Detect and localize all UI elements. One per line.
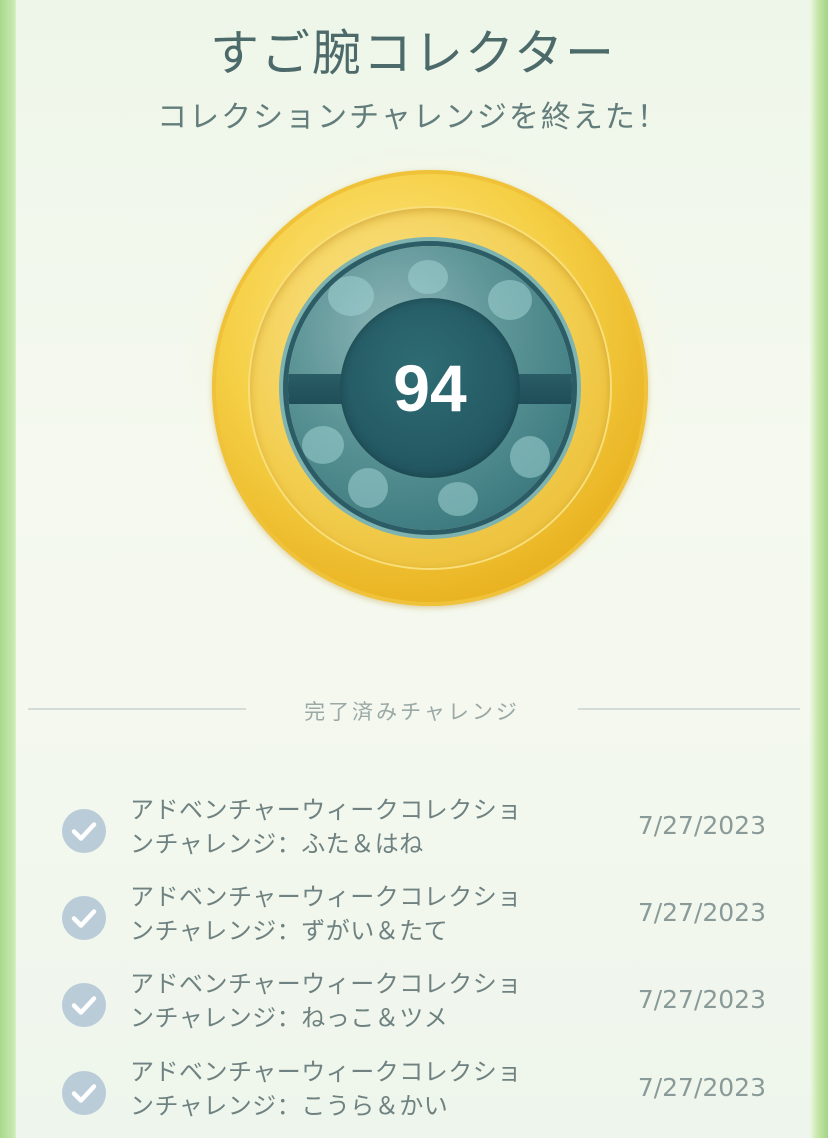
challenge-title-line1: アドベンチャーウィークコレクショ	[130, 796, 522, 824]
checkmark-icon	[62, 809, 106, 853]
challenge-date: 7/27/2023	[637, 811, 766, 840]
challenge-title: アドベンチャーウィークコレクショ ンチャレンジ：ねっこ＆ツメ	[130, 967, 600, 1035]
medal: 94	[176, 140, 686, 620]
challenge-title: アドベンチャーウィークコレクショ ンチャレンジ：こうら＆かい	[130, 1055, 600, 1123]
challenge-title-line2: ンチャレンジ：こうら＆かい	[130, 1092, 449, 1120]
page-title: すご腕コレクター	[209, 25, 617, 82]
challenge-row[interactable]: アドベンチャーウィークコレクショ ンチャレンジ：ねっこ＆ツメ 7/27/2023	[16, 967, 810, 1047]
challenge-date: 7/27/2023	[637, 1073, 766, 1102]
challenge-title-line2: ンチャレンジ：ふた＆はね	[130, 830, 424, 858]
challenge-row[interactable]: アドベンチャーウィークコレクショ ンチャレンジ：ずがい＆たて 7/27/2023	[16, 880, 810, 960]
checkmark-icon	[62, 983, 106, 1027]
challenge-date: 7/27/2023	[637, 985, 766, 1014]
challenge-title-line2: ンチャレンジ：ずがい＆たて	[130, 917, 449, 945]
page-subtitle: コレクションチャレンジを終えた！	[157, 100, 669, 135]
medal-detail-panel: すご腕コレクター コレクションチャレンジを終えた！ 94 完了済みチャレンジ ア…	[16, 0, 810, 1138]
challenge-date: 7/27/2023	[637, 898, 766, 927]
challenge-title: アドベンチャーウィークコレクショ ンチャレンジ：ずがい＆たて	[130, 880, 600, 948]
divider-left	[28, 708, 246, 710]
challenge-row[interactable]: アドベンチャーウィークコレクショ ンチャレンジ：こうら＆かい 7/27/2023	[16, 1055, 810, 1135]
completed-challenges-label: 完了済みチャレンジ	[304, 700, 520, 724]
challenge-title-line1: アドベンチャーウィークコレクショ	[130, 970, 522, 998]
challenge-title-line1: アドベンチャーウィークコレクショ	[130, 1058, 522, 1086]
challenge-row[interactable]: アドベンチャーウィークコレクショ ンチャレンジ：ふた＆はね 7/27/2023	[16, 793, 810, 873]
checkmark-icon	[62, 1071, 106, 1115]
challenge-title-line2: ンチャレンジ：ねっこ＆ツメ	[130, 1004, 449, 1032]
challenge-title-line1: アドベンチャーウィークコレクショ	[130, 883, 522, 911]
medal-count: 94	[393, 351, 467, 425]
divider-right	[578, 708, 800, 710]
challenge-title: アドベンチャーウィークコレクショ ンチャレンジ：ふた＆はね	[130, 793, 600, 861]
checkmark-icon	[62, 896, 106, 940]
